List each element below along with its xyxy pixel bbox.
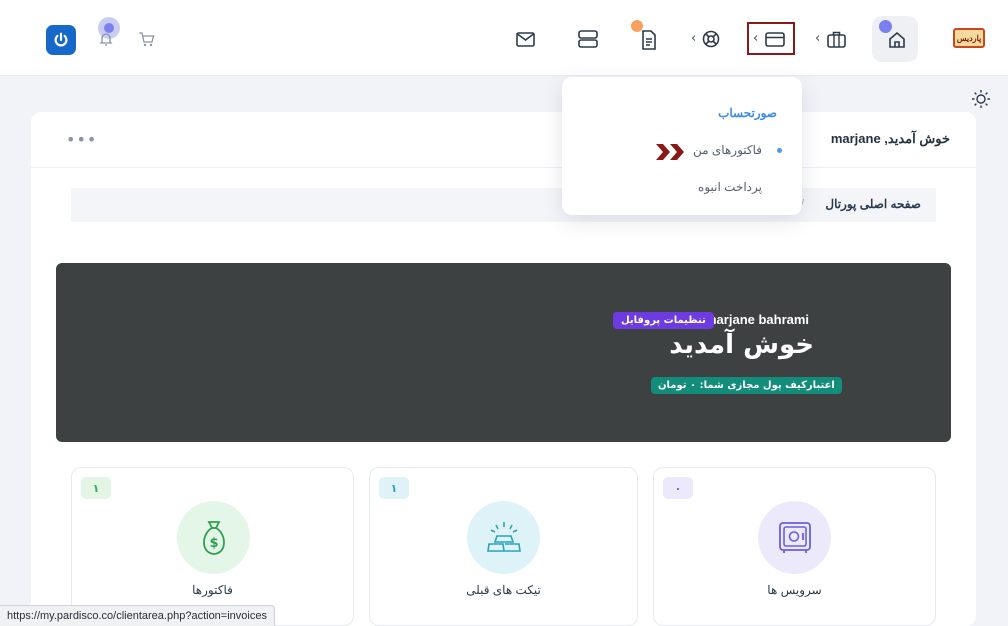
lifebuoy-icon[interactable]	[701, 29, 721, 49]
bell-icon[interactable]	[97, 30, 115, 48]
chevron-left-icon: ‹	[691, 31, 697, 46]
mail-icon[interactable]	[515, 29, 535, 49]
invoices-count: ۱	[81, 477, 111, 499]
services-count: ۰	[663, 477, 693, 499]
services-label: سرویس ها	[767, 583, 822, 597]
chevron-left-icon: ‹	[753, 31, 759, 46]
power-icon[interactable]	[46, 25, 76, 55]
document-icon[interactable]	[639, 29, 659, 51]
money-bag-icon: $	[177, 501, 250, 574]
tickets-label: تیکت های قبلی	[466, 583, 541, 597]
stat-card-invoices[interactable]: ۱ $ فاکتورها	[71, 467, 354, 626]
banner-title: خوش آمدید	[669, 330, 814, 360]
chevron-left-icon: ‹	[815, 31, 821, 46]
active-bullet	[777, 148, 782, 153]
briefcase-icon[interactable]	[825, 29, 847, 49]
card-icon[interactable]	[764, 30, 786, 48]
dropdown-title: صورتحساب	[718, 106, 777, 120]
home-icon[interactable]	[886, 30, 908, 50]
safe-icon	[758, 501, 831, 574]
welcome-banner	[56, 263, 951, 442]
svg-text:$: $	[209, 536, 218, 551]
profile-settings-button[interactable]: تنظیمات پروفایل	[613, 312, 714, 329]
browser-status-url: https://my.pardisco.co/clientarea.php?ac…	[0, 605, 275, 626]
stat-card-tickets[interactable]: ۱ تیکت های قبلی	[369, 467, 638, 626]
wallet-credit-badge: اعتبارکیف پول مجازی شما: ۰ تومان	[651, 377, 842, 394]
cart-icon[interactable]	[137, 30, 155, 48]
tickets-count: ۱	[379, 477, 409, 499]
sun-icon[interactable]	[971, 89, 991, 113]
menu-item-mass-payment[interactable]: پرداخت انبوه	[698, 180, 762, 194]
top-navbar: ‹ ‹ ‹ پاردیس	[0, 0, 1008, 76]
brand-logo[interactable]: پاردیس	[953, 28, 985, 48]
welcome-heading: خوش آمدید, marjane	[830, 131, 950, 146]
breadcrumb-home-link[interactable]: صفحه اصلی پورتال	[825, 197, 921, 211]
more-options-icon[interactable]: •••	[66, 130, 97, 149]
pointer-arrows-icon	[655, 143, 687, 165]
gold-bars-icon	[467, 501, 540, 574]
server-icon[interactable]	[577, 28, 599, 50]
card-header: خوش آمدید, marjane •••	[31, 112, 976, 168]
banner-username: marjane bahrami	[705, 312, 810, 327]
menu-item-my-invoices[interactable]: فاکتورهای من	[693, 143, 762, 157]
stat-card-services[interactable]: ۰ سرویس ها	[653, 467, 936, 626]
invoices-label: فاکتورها	[192, 583, 233, 597]
breadcrumb: صفحه اصلی پورتال / ن	[71, 188, 936, 222]
